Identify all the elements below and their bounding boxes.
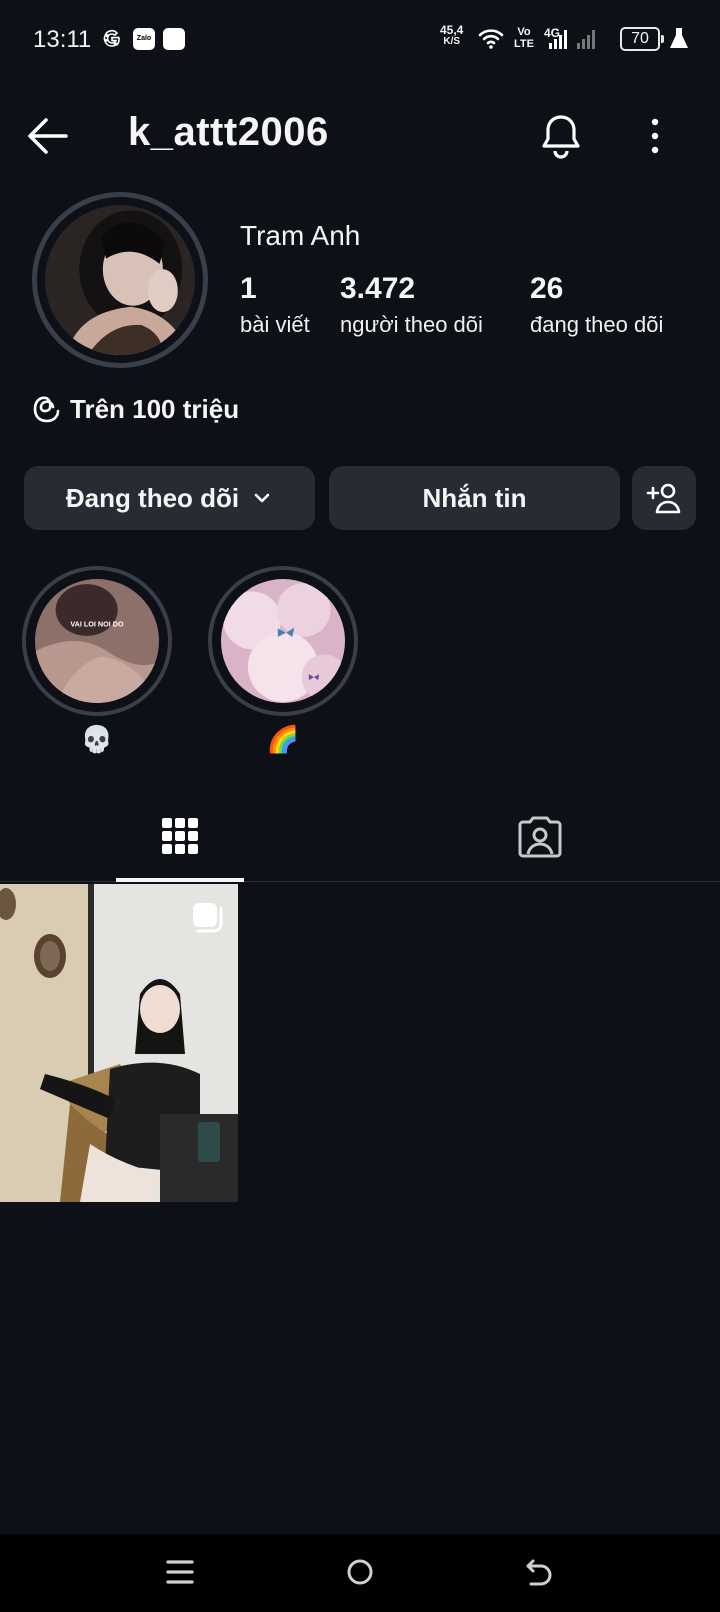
volte-bottom: LTE <box>514 38 534 50</box>
profile-tabs <box>0 790 720 882</box>
wifi-icon <box>478 29 504 49</box>
profile-avatar[interactable] <box>32 192 208 368</box>
stat-following-value: 26 <box>530 272 564 305</box>
stat-following[interactable]: 26 đang theo dõi <box>530 272 663 338</box>
following-button-label: Đang theo dõi <box>65 482 240 513</box>
stat-posts[interactable]: 1 bài viết <box>240 272 310 338</box>
volte-indicator: Vo LTE <box>514 26 534 50</box>
following-button[interactable]: Đang theo dõi <box>24 466 315 530</box>
profile-screen: 13:11 Zalo 45,4 K/S Vo LTE 4G 70 k_attt2… <box>0 0 720 1612</box>
flask-icon <box>670 28 688 48</box>
network-speed: 45,4 K/S <box>440 24 463 48</box>
system-nav-bar <box>0 1534 720 1612</box>
tagged-person-icon <box>518 816 562 858</box>
battery-indicator: 70 <box>620 27 664 51</box>
display-name: Tram Anh <box>240 220 361 251</box>
active-tab-indicator <box>116 878 244 882</box>
network-speed-unit: K/S <box>443 36 461 47</box>
highlight-cover-text: VAI LOI NOI DO <box>70 620 124 629</box>
stat-following-label: đang theo dõi <box>530 312 664 337</box>
recent-apps-button[interactable] <box>158 1552 202 1592</box>
add-user-button[interactable] <box>632 466 696 530</box>
threads-badge-link[interactable]: Trên 100 triệu <box>32 392 239 426</box>
home-circle-icon <box>347 1559 373 1585</box>
network-speed-value: 45,4 <box>440 23 464 37</box>
grid-post[interactable] <box>0 884 238 1202</box>
more-options-button[interactable] <box>642 114 668 158</box>
stat-posts-label: bài viết <box>240 312 310 337</box>
signal-icon <box>549 30 567 49</box>
avatar-photo <box>45 205 195 355</box>
grid-icon <box>162 818 198 854</box>
highlight-ring <box>208 566 358 716</box>
back-button[interactable] <box>24 114 72 158</box>
zalo-icon: Zalo <box>133 28 155 50</box>
highlight-label: 🌈 <box>266 724 300 754</box>
highlight-label: 💀 <box>80 724 114 754</box>
stat-followers-label: người theo dõi <box>340 312 483 337</box>
undo-back-icon <box>526 1559 552 1586</box>
highlight-ring: VAI LOI NOI DO <box>22 566 172 716</box>
username-title: k_attt2006 <box>128 110 329 154</box>
stat-posts-value: 1 <box>240 272 257 305</box>
tab-tagged[interactable] <box>476 790 604 882</box>
story-highlight[interactable]: 🌈 <box>208 566 358 755</box>
threads-badge-text: Trên 100 triệu <box>70 393 240 424</box>
menu-icon <box>166 1560 194 1584</box>
status-time: 13:11 <box>33 26 92 53</box>
tab-posts-grid[interactable] <box>116 790 244 882</box>
system-back-button[interactable] <box>518 1552 562 1592</box>
profile-header: k_attt2006 <box>0 100 720 172</box>
message-button-label: Nhắn tin <box>422 482 527 513</box>
chevron-down-icon <box>254 493 270 503</box>
story-highlight[interactable]: VAI LOI NOI DO 💀 <box>22 566 172 755</box>
signal-icon-2 <box>577 30 595 49</box>
stat-followers[interactable]: 3.472 người theo dõi <box>340 272 483 338</box>
highlight-cover <box>221 579 348 703</box>
highlight-cover: VAI LOI NOI DO <box>35 579 159 703</box>
home-button[interactable] <box>338 1552 382 1592</box>
stat-followers-value: 3.472 <box>340 272 416 305</box>
threads-icon <box>33 396 60 423</box>
add-person-icon <box>646 483 681 514</box>
volte-top: Vo <box>517 26 531 38</box>
multiple-photos-icon <box>193 903 223 933</box>
notification-bell-button[interactable] <box>538 112 584 160</box>
app-icon <box>163 28 185 50</box>
message-button[interactable]: Nhắn tin <box>329 466 620 530</box>
google-icon <box>103 29 120 47</box>
status-bar: 13:11 Zalo 45,4 K/S Vo LTE 4G 70 <box>0 0 720 80</box>
